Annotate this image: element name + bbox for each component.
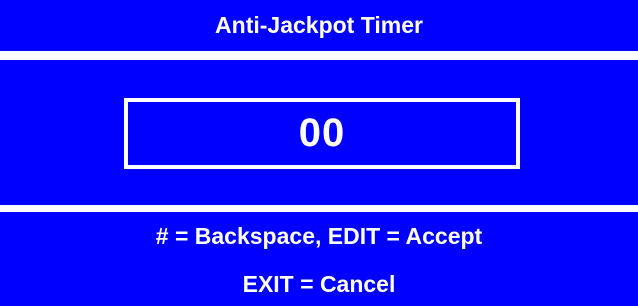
- title-bar: Anti-Jackpot Timer: [0, 0, 638, 51]
- page-title: Anti-Jackpot Timer: [215, 12, 423, 38]
- timer-value-field[interactable]: 00: [124, 98, 520, 169]
- value-panel: 00: [0, 60, 638, 205]
- screen: Anti-Jackpot Timer 00 # = Backspace, EDI…: [0, 0, 638, 306]
- instructions-panel: # = Backspace, EDIT = Accept EXIT = Canc…: [0, 212, 638, 306]
- backspace-accept-hint: # = Backspace, EDIT = Accept: [155, 223, 483, 249]
- cancel-hint: EXIT = Cancel: [242, 271, 396, 297]
- timer-value: 00: [298, 111, 346, 155]
